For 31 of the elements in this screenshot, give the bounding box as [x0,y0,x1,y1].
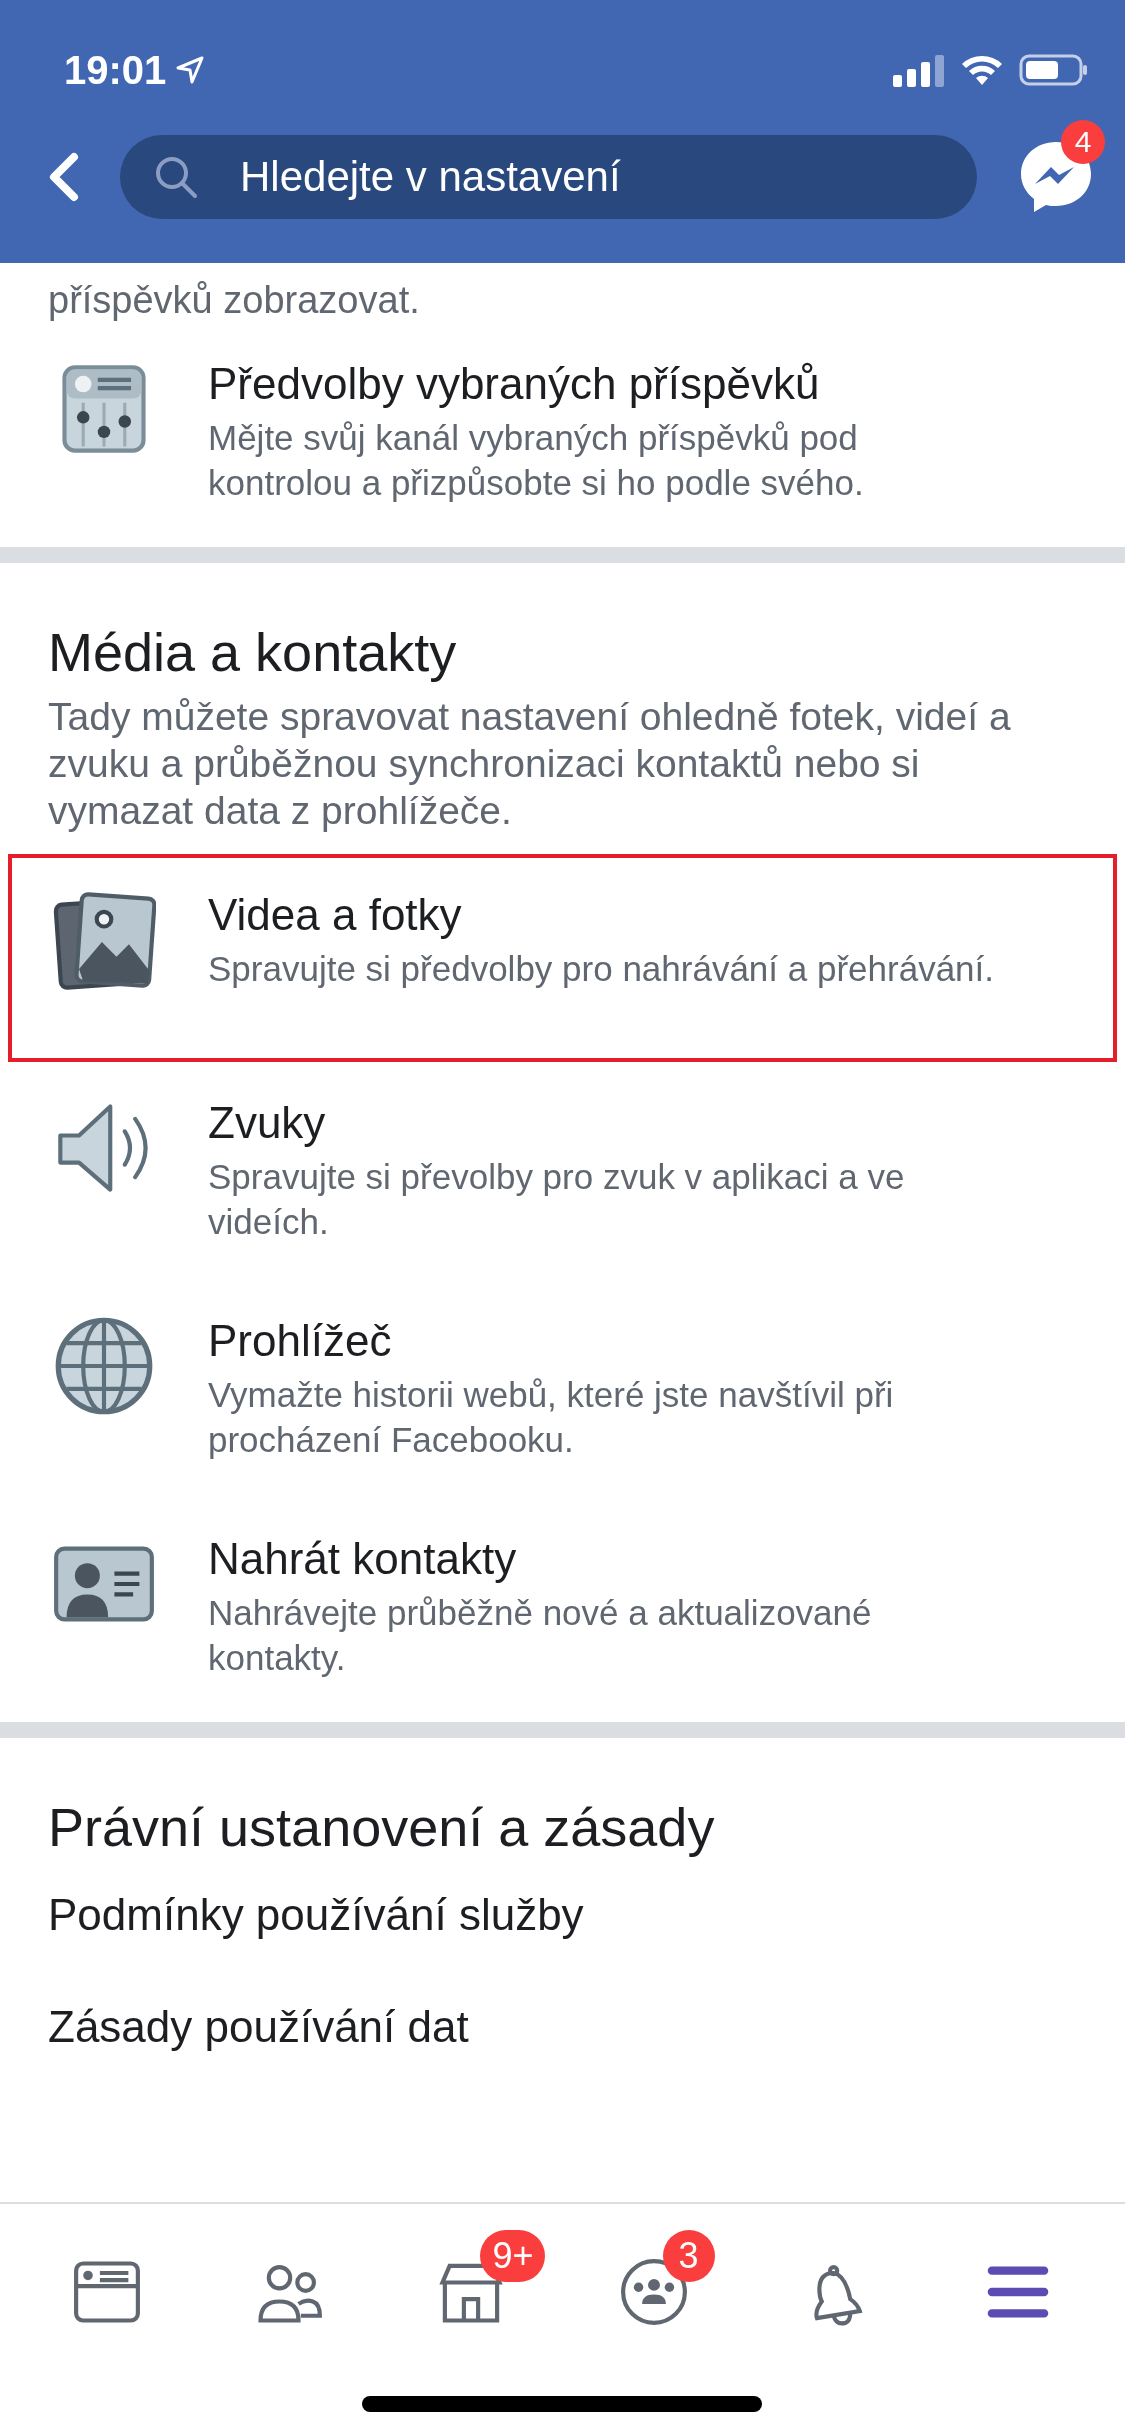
tab[interactable]: 3 [578,2230,729,2330]
settings-link[interactable]: Zásady používání dat [0,1970,1125,2082]
setting-title: Zvuky [208,1097,327,1149]
settings-row[interactable]: Prohlížeč Vymažte historii webů, které jste navštívil při procházení Facebooku. [8,1280,1117,1498]
settings-link[interactable]: Podmínky používání služby [0,1858,1125,1970]
search-field[interactable]: Hledejte v nastavení [120,135,977,219]
setting-title: Nahrát kontakty [208,1533,518,1585]
setting-description: Spravujte si předvolby pro nahrávání a přehrávání. [208,948,994,990]
section-description: Tady můžete spravovat nastavení ohledně fotek, videí a zvuku a průběžnou synchronizaci kontaktů nebo si vymazat data z prohlížeče. [47,694,1012,834]
notification-badge: 3 [662,2230,715,2282]
setting-title: Prohlížeč [208,1315,393,1367]
notification-badge: 9+ [480,2230,546,2282]
setting-description: Nahrávejte průběžně nové a aktualizované kontakty. [208,1592,873,1679]
tab[interactable]: 9+ [396,2230,547,2330]
notification-badge: 4 [1061,120,1105,164]
signal-icon [893,53,945,87]
section-title: Právní ustanovení a zásady [47,1796,716,1858]
section-title: Média a kontakty [47,621,458,683]
setting-title: Videa a fotky [208,889,463,941]
settings-row[interactable]: Nahrát kontakty Nahrávejte průběžně nové a aktualizované kontakty. [8,1498,1117,1716]
settings-row[interactable]: Zvuky Spravujte si převolby pro zvuk v aplikaci a ve videích. [8,1062,1117,1280]
highlight-frame[interactable]: Videa a fotky Spravujte si předvolby pro nahrávání a přehrávání. [8,854,1117,1062]
setting-description: Mějte svůj kanál vybraných příspěvků pod kontrolou a přizpůsobte si ho podle svého. [208,417,865,504]
battery-icon [1019,53,1089,87]
search-icon [154,155,198,199]
clock: 19:01 [64,47,167,93]
setting-description: Spravujte si převolby pro zvuk v aplikaci a ve videích. [208,1156,906,1243]
setting-description: Vymažte historii webů, které jste navštívil při procházení Facebooku. [208,1374,895,1461]
settings-row[interactable]: Předvolby vybraných příspěvků Mějte svůj kanál vybraných příspěvků pod kontrolou a přizpůsobte si ho podle svého. [8,323,1117,541]
setting-title: Předvolby vybraných příspěvků [208,358,821,410]
section-description: příspěvků zobrazovat. [47,278,421,323]
